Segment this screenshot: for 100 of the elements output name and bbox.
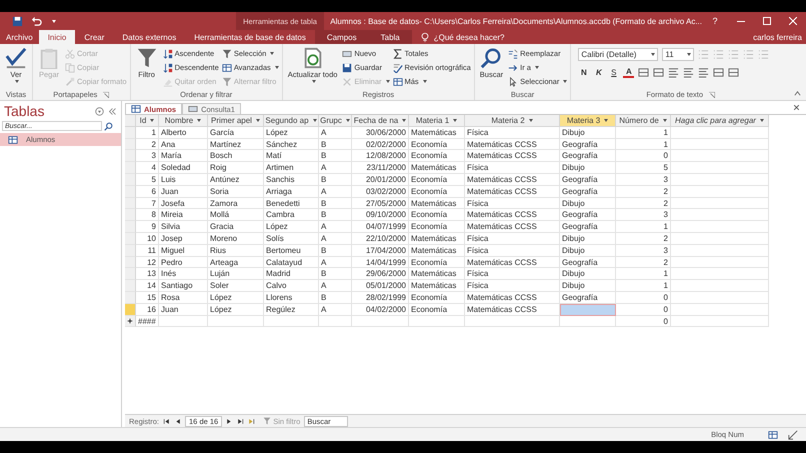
- table-cell[interactable]: Matemáticas: [409, 232, 465, 245]
- table-cell[interactable]: Geografía: [560, 174, 616, 186]
- table-cell[interactable]: Bosch: [208, 150, 264, 162]
- table-cell[interactable]: 3: [616, 244, 671, 257]
- table-cell[interactable]: B: [319, 150, 352, 162]
- table-cell[interactable]: Física: [465, 126, 560, 139]
- font-color-button[interactable]: A: [623, 67, 634, 78]
- table-cell[interactable]: Matemáticas CCSS: [465, 304, 560, 316]
- numbering-icon[interactable]: [713, 49, 724, 60]
- table-cell[interactable]: Bertomeu: [264, 244, 319, 257]
- table-cell[interactable]: Matemáticas CCSS: [465, 221, 560, 233]
- table-cell[interactable]: Economía: [409, 209, 465, 222]
- table-cell[interactable]: A: [319, 126, 352, 139]
- align-right-icon[interactable]: [698, 67, 710, 78]
- row-selector[interactable]: [125, 244, 136, 257]
- bullets-icon[interactable]: [698, 49, 710, 60]
- table-cell[interactable]: Rius: [208, 244, 264, 257]
- table-cell[interactable]: Llorens: [264, 292, 319, 304]
- table-cell[interactable]: López: [264, 126, 319, 139]
- table-cell[interactable]: López: [264, 221, 319, 233]
- table-cell[interactable]: Física: [465, 280, 560, 292]
- table-cell[interactable]: A: [319, 186, 352, 198]
- table-cell[interactable]: 9: [136, 221, 159, 233]
- table-cell[interactable]: Miguel: [159, 244, 208, 257]
- table-cell[interactable]: Dibujo: [560, 198, 616, 210]
- ribbon-tab[interactable]: Herramientas de base de datos: [185, 30, 315, 44]
- table-cell[interactable]: 1: [616, 280, 671, 292]
- design-view-icon[interactable]: [788, 430, 798, 440]
- empty-cell[interactable]: [671, 256, 769, 268]
- table-cell[interactable]: Benedetti: [264, 198, 319, 210]
- row-selector[interactable]: [125, 198, 136, 210]
- table-cell[interactable]: Regúlez: [264, 304, 319, 316]
- select-all-corner[interactable]: [125, 115, 136, 127]
- table-cell[interactable]: Josep: [159, 232, 208, 245]
- table-cell[interactable]: 7: [136, 198, 159, 210]
- table-cell[interactable]: María: [159, 150, 208, 162]
- table-cell[interactable]: Matemáticas CCSS: [465, 150, 560, 162]
- empty-cell[interactable]: [671, 316, 769, 328]
- table-cell[interactable]: Matemáticas: [409, 244, 465, 257]
- table-cell[interactable]: Economía: [409, 304, 465, 316]
- font-size-dropdown[interactable]: 11: [662, 48, 694, 61]
- empty-cell[interactable]: [671, 232, 769, 245]
- empty-cell[interactable]: [671, 244, 769, 257]
- empty-cell[interactable]: [409, 316, 465, 328]
- row-selector[interactable]: [125, 304, 136, 316]
- table-cell[interactable]: 12: [136, 256, 159, 268]
- table-cell[interactable]: Física: [465, 162, 560, 174]
- table-cell[interactable]: Sánchez: [264, 138, 319, 150]
- table-cell[interactable]: López: [208, 304, 264, 316]
- user-name[interactable]: carlos ferreira: [753, 30, 806, 44]
- column-header[interactable]: Materia 3: [560, 115, 616, 127]
- column-header[interactable]: Haga clic para agregar: [671, 115, 769, 127]
- table-cell[interactable]: Economía: [409, 256, 465, 268]
- table-cell[interactable]: Geografía: [560, 209, 616, 222]
- table-cell[interactable]: Madrid: [264, 268, 319, 280]
- table-cell[interactable]: Moreno: [208, 232, 264, 245]
- table-cell[interactable]: Geografía: [560, 150, 616, 162]
- table-cell[interactable]: 0: [616, 292, 671, 304]
- table-cell[interactable]: Economía: [409, 174, 465, 186]
- dialog-launcher-icon[interactable]: [103, 92, 110, 98]
- help-button[interactable]: ?: [702, 12, 728, 30]
- ribbon-tab[interactable]: Tabla: [368, 30, 412, 44]
- table-cell[interactable]: 29/06/2000: [352, 268, 409, 280]
- empty-cell[interactable]: [671, 304, 769, 316]
- table-cell[interactable]: 20/01/2000: [352, 174, 409, 186]
- row-selector[interactable]: [125, 232, 136, 245]
- row-selector[interactable]: [125, 280, 136, 292]
- table-cell[interactable]: Matemáticas CCSS: [465, 138, 560, 150]
- row-selector[interactable]: [125, 186, 136, 198]
- table-cell[interactable]: 1: [616, 138, 671, 150]
- empty-cell[interactable]: [671, 150, 769, 162]
- ribbon-tab[interactable]: Inicio: [38, 30, 76, 44]
- table-cell[interactable]: García: [208, 126, 264, 139]
- empty-cell[interactable]: [671, 174, 769, 186]
- table-cell[interactable]: Dibujo: [560, 162, 616, 174]
- table-cell[interactable]: 1: [616, 126, 671, 139]
- table-cell[interactable]: A: [319, 162, 352, 174]
- table-cell[interactable]: 22/10/2000: [352, 232, 409, 245]
- undo-icon[interactable]: [31, 16, 42, 26]
- table-cell[interactable]: 14/04/1999: [352, 256, 409, 268]
- table-cell[interactable]: 1: [616, 268, 671, 280]
- table-cell[interactable]: A: [319, 256, 352, 268]
- row-selector[interactable]: [125, 292, 136, 304]
- empty-cell[interactable]: [671, 126, 769, 139]
- table-cell[interactable]: 5: [616, 162, 671, 174]
- row-selector[interactable]: [125, 256, 136, 268]
- table-cell[interactable]: 3: [616, 174, 671, 186]
- ribbon-tab[interactable]: Campos: [314, 30, 369, 44]
- table-cell[interactable]: B: [319, 268, 352, 280]
- table-cell[interactable]: 0: [616, 316, 671, 328]
- prev-record-icon[interactable]: [174, 418, 182, 424]
- column-header[interactable]: Grupc: [319, 115, 352, 127]
- table-cell[interactable]: 15: [136, 292, 159, 304]
- paragraph-icon[interactable]: [758, 49, 770, 60]
- table-cell[interactable]: 2: [616, 256, 671, 268]
- table-cell[interactable]: Zamora: [208, 198, 264, 210]
- table-cell[interactable]: Dibujo: [560, 280, 616, 292]
- table-cell[interactable]: 16: [136, 304, 159, 316]
- row-selector[interactable]: [125, 221, 136, 233]
- table-cell[interactable]: Geografía: [560, 186, 616, 198]
